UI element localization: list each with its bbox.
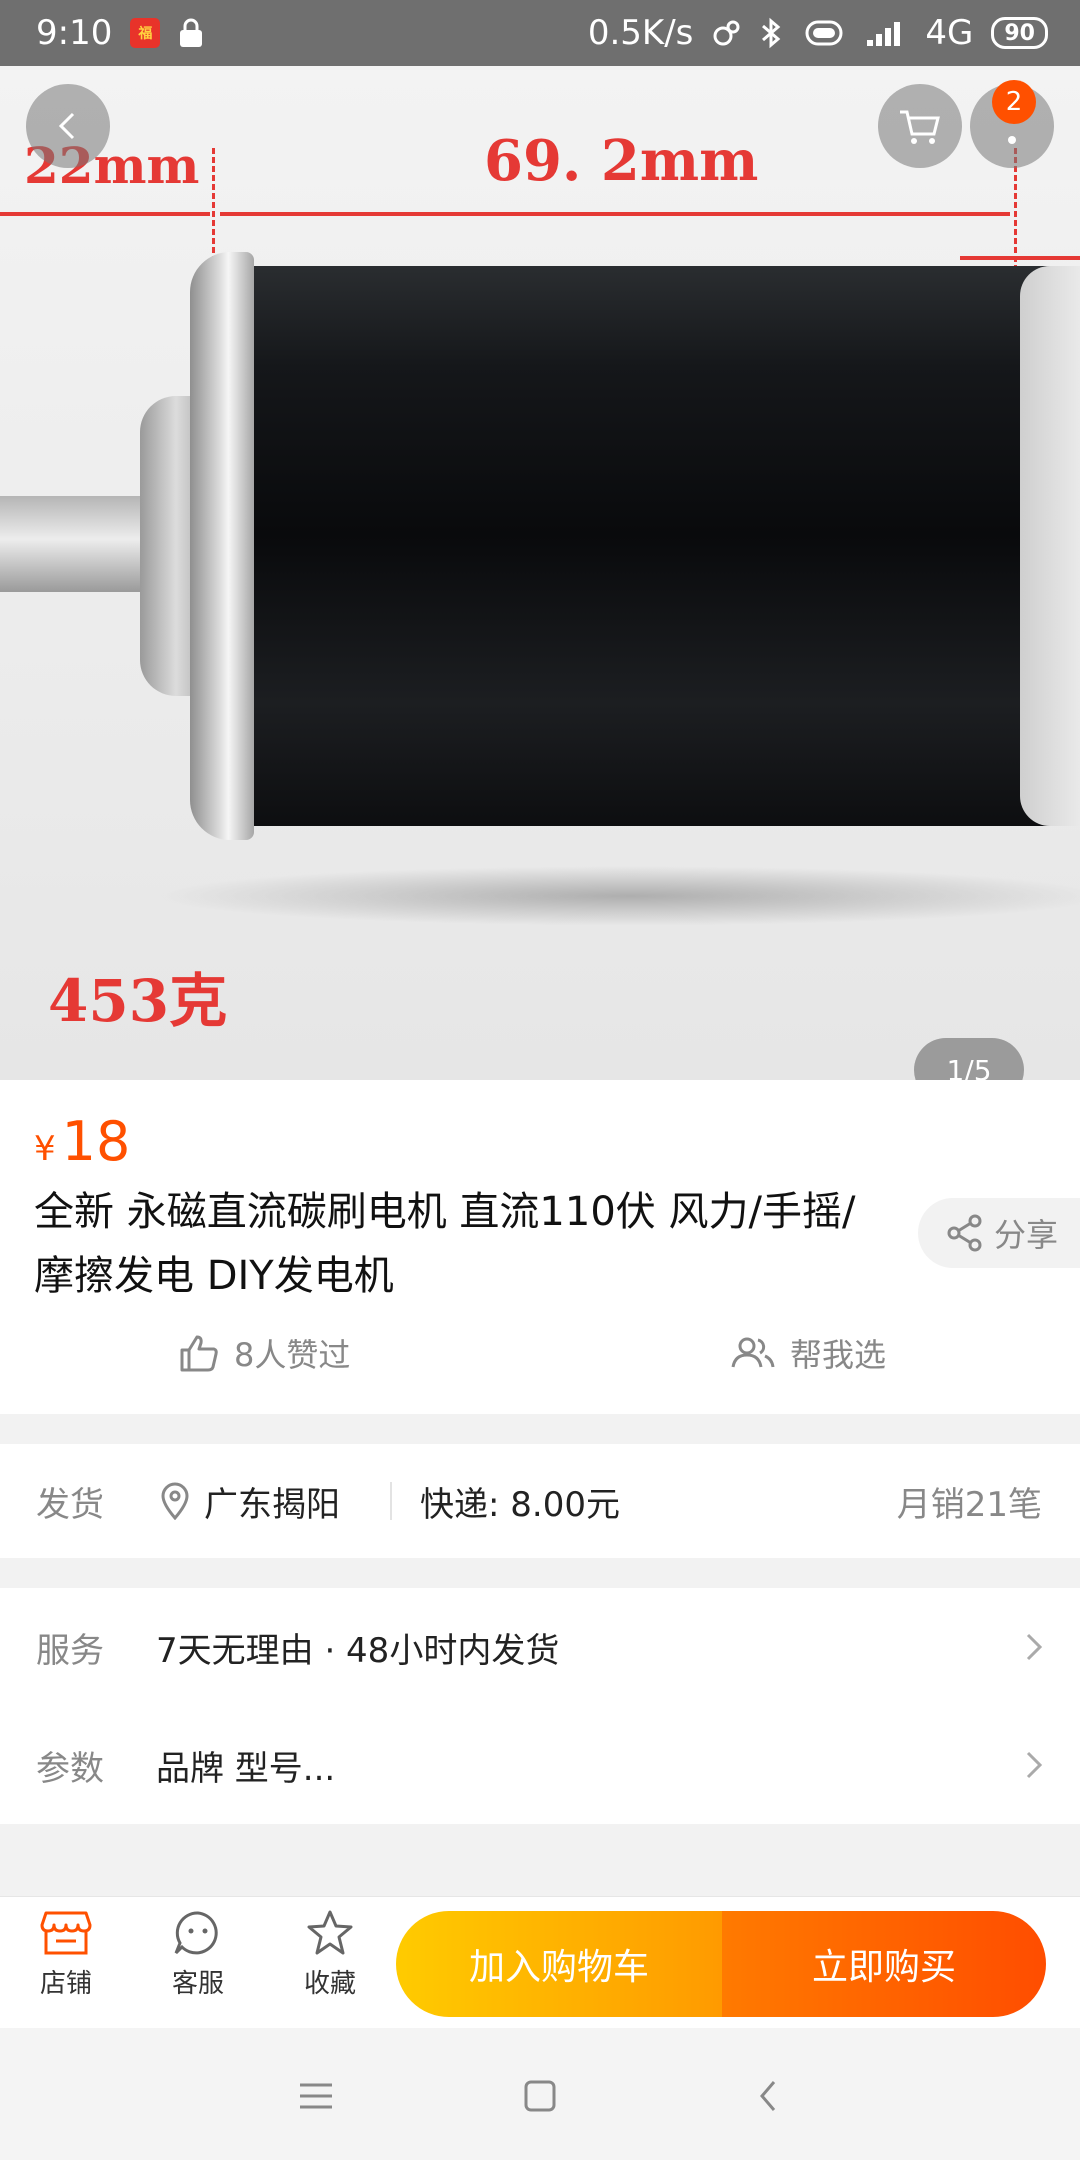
likes-label: 8人赞过 [234,1336,351,1374]
cart-icon [900,110,940,144]
params-row[interactable]: 参数 品牌 型号... [0,1706,1080,1824]
dimension-line-left [0,212,210,216]
bottom-action-bar: 店铺 客服 收藏 加入购物车 立即购买 [0,1896,1080,2028]
recent-apps-button[interactable] [286,2066,346,2126]
store-button[interactable]: 店铺 [6,1909,126,2000]
lock-icon [178,18,204,48]
product-info-card: ¥ 18 全新 永磁直流碳刷电机 直流110伏 风力/手摇/摩擦发电 DIY发电… [0,1080,1080,1414]
thumbs-up-icon [180,1335,218,1372]
shipping-row: 发货 广东揭阳 快递: 8.00元 月销21笔 [0,1444,1080,1558]
help-choose-button[interactable]: 帮我选 [730,1330,886,1376]
customer-service-label: 客服 [171,1969,224,1999]
menu-icon [300,2083,332,2109]
store-icon [40,1911,92,1955]
network-speed: 0.5K/s [587,13,694,53]
help-choose-label: 帮我选 [790,1336,887,1374]
chevron-right-icon [1026,1751,1043,1779]
shipping-divider [390,1482,392,1520]
service-row[interactable]: 服务 7天无理由 · 48小时内发货 [0,1588,1080,1706]
image-page-indicator: 1/5 [914,1038,1024,1080]
bluetooth-icon [759,17,783,49]
customer-service-button[interactable]: 客服 [138,1909,258,2000]
status-bar: 9:10 福 0.5K/s 4G 90 [0,0,1080,66]
app-notification-icon: 福 [130,18,161,48]
add-to-cart-button[interactable]: 加入购物车 [396,1911,722,2017]
service-value: 7天无理由 · 48小时内发货 [156,1630,560,1671]
store-label: 店铺 [39,1969,92,1999]
network-type: 4G [925,13,974,53]
chevron-left-icon [760,2081,776,2111]
back-button[interactable] [26,84,110,168]
shipping-label: 发货 [36,1484,104,1525]
product-price: ¥ 18 [34,1110,130,1173]
motor-rear-cap [1020,266,1080,826]
monthly-sales: 月销21笔 [896,1484,1042,1525]
motor-shaft [0,496,144,592]
motor-shadow [150,866,1080,926]
weight-label: 453克 [48,967,228,1035]
favorite-label: 收藏 [303,1969,356,1999]
dimension-line-right [960,256,1080,260]
system-back-button[interactable] [738,2066,798,2126]
shipping-fee: 快递: 8.00元 [420,1484,620,1525]
chat-face-icon [174,1911,218,1955]
share-button[interactable]: 分享 [918,1198,1080,1268]
price-amount: 18 [61,1110,131,1173]
more-dot-icon [1008,136,1016,144]
cart-count-badge: 2 [992,80,1036,124]
system-nav-bar [0,2028,1080,2160]
likes-button[interactable]: 8人赞过 [178,1330,350,1376]
dimension-main-label: 69. 2mm [484,128,759,194]
motor-body [210,266,1080,826]
chevron-right-icon [1026,1633,1043,1661]
favorite-button[interactable]: 收藏 [270,1909,390,2000]
square-icon [524,2080,556,2112]
share-label: 分享 [994,1216,1059,1254]
more-button[interactable]: 2 [970,80,1054,168]
signal-icon [865,18,907,48]
buy-now-button[interactable]: 立即购买 [722,1911,1046,2017]
hotspot-icon [711,18,741,48]
cart-button[interactable] [878,84,962,168]
engagement-row: 8人赞过 帮我选 [0,1330,1080,1390]
location-pin-icon [161,1482,189,1520]
currency-symbol: ¥ [34,1129,56,1169]
home-button[interactable] [510,2066,570,2126]
share-icon [947,1214,982,1252]
dimension-line-main [220,212,1010,216]
product-image-carousel[interactable]: 22mm 69. 2mm 453克 2 1/5 [0,66,1080,1080]
battery-level: 90 [1004,20,1035,46]
battery-icon: 90 [991,17,1048,49]
service-section: 服务 7天无理由 · 48小时内发货 参数 品牌 型号... [0,1588,1080,1824]
shipping-location-text: 广东揭阳 [204,1484,340,1525]
params-value: 品牌 型号... [156,1748,336,1789]
shipping-location: 广东揭阳 [160,1477,340,1526]
status-time: 9:10 [36,13,113,53]
people-icon [731,1337,775,1368]
params-label: 参数 [36,1748,104,1789]
service-label: 服务 [36,1630,104,1671]
star-icon [307,1910,353,1955]
product-title: 全新 永磁直流碳刷电机 直流110伏 风力/手摇/摩擦发电 DIY发电机 [34,1189,856,1299]
chevron-left-icon [58,112,75,140]
motor-end-cap [190,252,254,840]
vibrate-icon [801,18,847,48]
